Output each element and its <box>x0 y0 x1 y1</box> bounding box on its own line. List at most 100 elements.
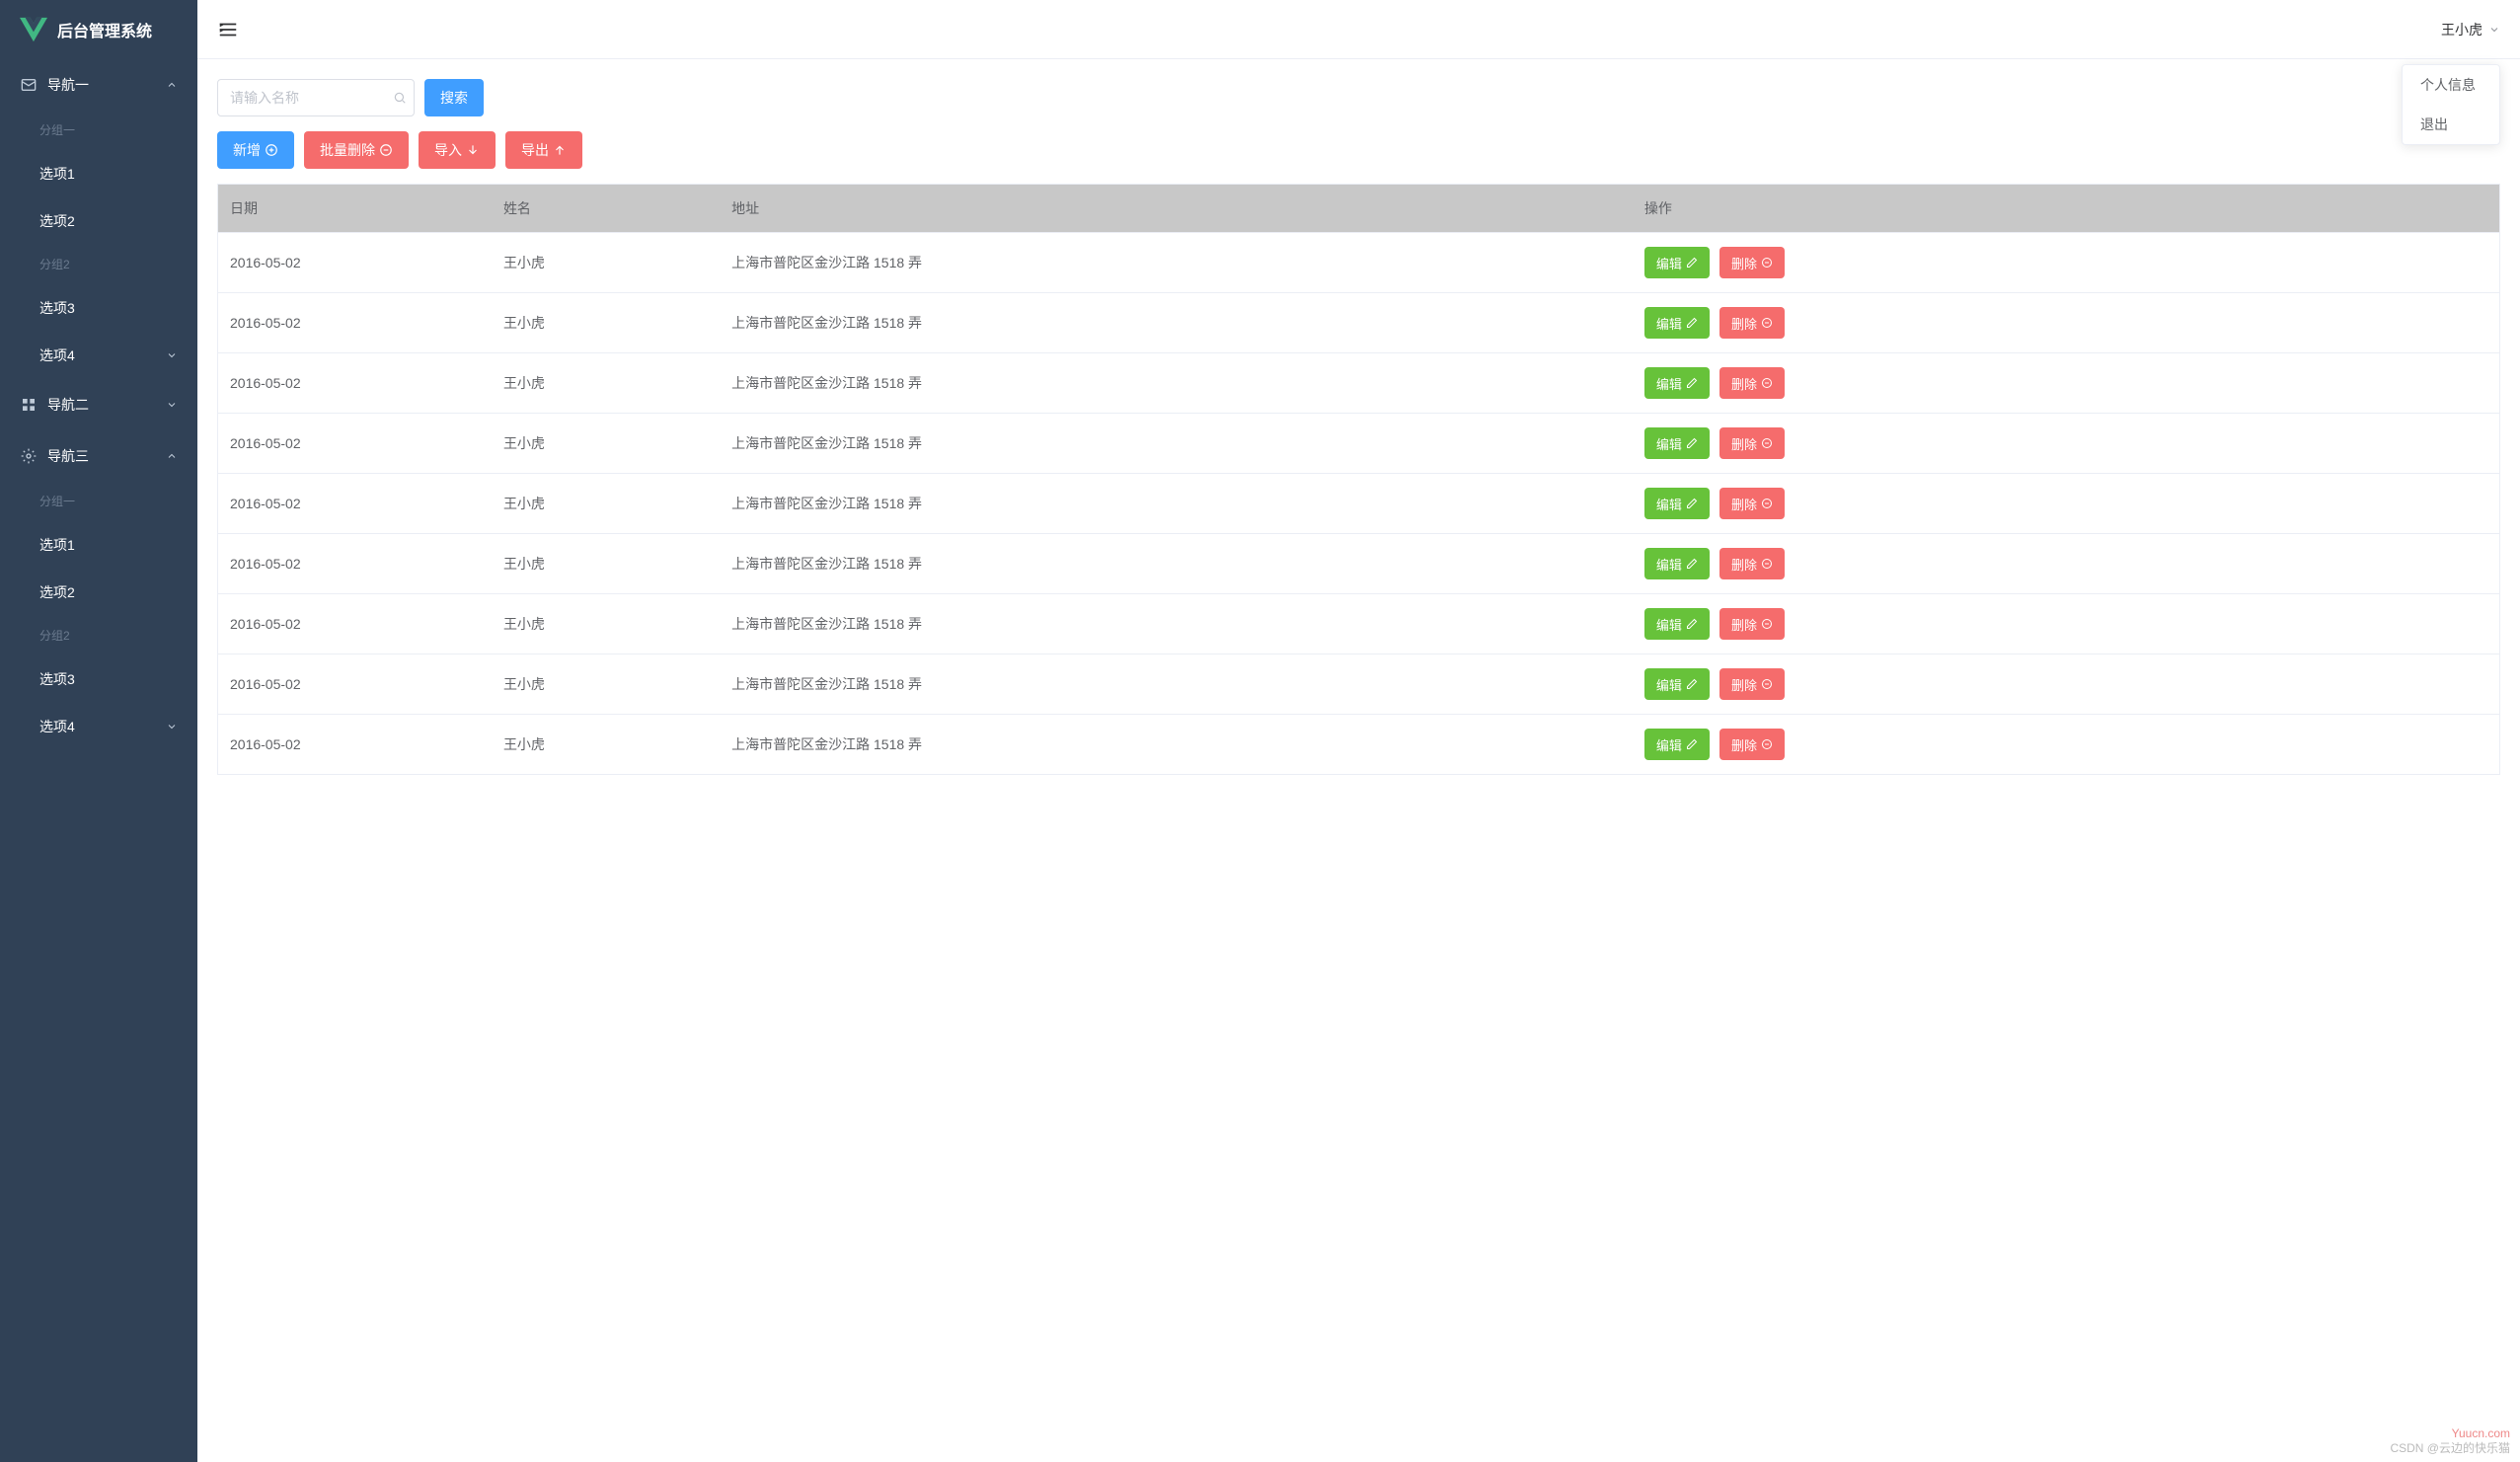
col-address: 地址 <box>720 185 1633 233</box>
message-icon <box>20 76 38 94</box>
nav3-label: 导航三 <box>47 446 89 466</box>
edit-icon <box>1686 498 1698 509</box>
username: 王小虎 <box>2441 20 2482 39</box>
edit-icon <box>1686 377 1698 389</box>
cell-name: 王小虎 <box>492 353 720 414</box>
delete-button[interactable]: 删除 <box>1719 488 1785 519</box>
minus-circle-icon <box>379 143 393 157</box>
cell-action: 编辑 删除 <box>1633 534 2500 594</box>
cell-action: 编辑 删除 <box>1633 654 2500 715</box>
cell-address: 上海市普陀区金沙江路 1518 弄 <box>720 594 1633 654</box>
table-row: 2016-05-02 王小虎 上海市普陀区金沙江路 1518 弄 编辑 删除 <box>218 594 2500 654</box>
header: 王小虎 个人信息 退出 <box>197 0 2520 59</box>
data-table: 日期 姓名 地址 操作 2016-05-02 王小虎 上海市普陀区金沙江路 15… <box>217 184 2500 775</box>
cell-action: 编辑 删除 <box>1633 353 2500 414</box>
add-button[interactable]: 新增 <box>217 131 294 169</box>
plus-circle-icon <box>265 143 278 157</box>
col-name: 姓名 <box>492 185 720 233</box>
import-button[interactable]: 导入 <box>419 131 496 169</box>
nav1-title[interactable]: 导航一 <box>0 59 197 111</box>
nav2-title[interactable]: 导航二 <box>0 379 197 430</box>
nav1-item2[interactable]: 选项2 <box>0 197 197 245</box>
nav3-title[interactable]: 导航三 <box>0 430 197 482</box>
cell-action: 编辑 删除 <box>1633 414 2500 474</box>
nav1-group2-title: 分组2 <box>0 245 197 284</box>
edit-button[interactable]: 编辑 <box>1644 668 1710 700</box>
nav1-item4[interactable]: 选项4 <box>0 332 197 379</box>
cell-date: 2016-05-02 <box>218 293 492 353</box>
edit-icon <box>1686 678 1698 690</box>
edit-button[interactable]: 编辑 <box>1644 488 1710 519</box>
cell-date: 2016-05-02 <box>218 353 492 414</box>
edit-icon <box>1686 618 1698 630</box>
delete-button[interactable]: 删除 <box>1719 548 1785 579</box>
nav3-group2-title: 分组2 <box>0 616 197 655</box>
delete-button[interactable]: 删除 <box>1719 247 1785 278</box>
arrow-up-icon <box>553 143 567 157</box>
table-row: 2016-05-02 王小虎 上海市普陀区金沙江路 1518 弄 编辑 删除 <box>218 534 2500 594</box>
content: 搜索 新增 批量删除 导入 <box>197 59 2520 1462</box>
hamburger-icon[interactable] <box>217 19 239 40</box>
table-header-row: 日期 姓名 地址 操作 <box>218 185 2500 233</box>
nav3-item3[interactable]: 选项3 <box>0 655 197 703</box>
cell-date: 2016-05-02 <box>218 654 492 715</box>
cell-address: 上海市普陀区金沙江路 1518 弄 <box>720 353 1633 414</box>
batch-delete-button[interactable]: 批量删除 <box>304 131 409 169</box>
nav3-item1[interactable]: 选项1 <box>0 521 197 569</box>
profile-item[interactable]: 个人信息 <box>2403 65 2499 105</box>
edit-icon <box>1686 317 1698 329</box>
export-button[interactable]: 导出 <box>505 131 582 169</box>
user-dropdown[interactable]: 王小虎 个人信息 退出 <box>2441 20 2500 39</box>
cell-date: 2016-05-02 <box>218 534 492 594</box>
cell-address: 上海市普陀区金沙江路 1518 弄 <box>720 414 1633 474</box>
logout-item[interactable]: 退出 <box>2403 105 2499 144</box>
minus-circle-icon <box>1761 257 1773 269</box>
edit-button[interactable]: 编辑 <box>1644 247 1710 278</box>
edit-button[interactable]: 编辑 <box>1644 608 1710 640</box>
cell-name: 王小虎 <box>492 414 720 474</box>
delete-button[interactable]: 删除 <box>1719 427 1785 459</box>
search-button[interactable]: 搜索 <box>424 79 484 116</box>
cell-action: 编辑 删除 <box>1633 233 2500 293</box>
edit-icon <box>1686 437 1698 449</box>
table-row: 2016-05-02 王小虎 上海市普陀区金沙江路 1518 弄 编辑 删除 <box>218 233 2500 293</box>
cell-date: 2016-05-02 <box>218 474 492 534</box>
main: 王小虎 个人信息 退出 搜索 <box>197 0 2520 1462</box>
edit-button[interactable]: 编辑 <box>1644 427 1710 459</box>
chevron-down-icon <box>166 349 178 361</box>
cell-address: 上海市普陀区金沙江路 1518 弄 <box>720 715 1633 775</box>
nav1-item1[interactable]: 选项1 <box>0 150 197 197</box>
cell-action: 编辑 删除 <box>1633 474 2500 534</box>
table-row: 2016-05-02 王小虎 上海市普陀区金沙江路 1518 弄 编辑 删除 <box>218 293 2500 353</box>
minus-circle-icon <box>1761 738 1773 750</box>
edit-icon <box>1686 558 1698 570</box>
delete-button[interactable]: 删除 <box>1719 367 1785 399</box>
cell-name: 王小虎 <box>492 654 720 715</box>
nav1-item3[interactable]: 选项3 <box>0 284 197 332</box>
app-title: 后台管理系统 <box>57 18 152 41</box>
delete-button[interactable]: 删除 <box>1719 608 1785 640</box>
table-row: 2016-05-02 王小虎 上海市普陀区金沙江路 1518 弄 编辑 删除 <box>218 715 2500 775</box>
nav3-item4[interactable]: 选项4 <box>0 703 197 750</box>
delete-button[interactable]: 删除 <box>1719 307 1785 339</box>
cell-name: 王小虎 <box>492 534 720 594</box>
chevron-down-icon <box>166 721 178 732</box>
edit-button[interactable]: 编辑 <box>1644 367 1710 399</box>
nav-group-3: 导航三 分组一 选项1 选项2 分组2 选项3 选项4 <box>0 430 197 750</box>
delete-button[interactable]: 删除 <box>1719 668 1785 700</box>
nav3-group1-title: 分组一 <box>0 482 197 521</box>
minus-circle-icon <box>1761 317 1773 329</box>
nav3-item2[interactable]: 选项2 <box>0 569 197 616</box>
sidebar: 后台管理系统 导航一 分组一 选项1 选项2 分组2 选项3 <box>0 0 197 1462</box>
watermark-top: Yuucn.com <box>2452 1426 2510 1440</box>
edit-button[interactable]: 编辑 <box>1644 548 1710 579</box>
delete-button[interactable]: 删除 <box>1719 729 1785 760</box>
cell-address: 上海市普陀区金沙江路 1518 弄 <box>720 233 1633 293</box>
nav-group-1: 导航一 分组一 选项1 选项2 分组2 选项3 选项4 <box>0 59 197 379</box>
table-row: 2016-05-02 王小虎 上海市普陀区金沙江路 1518 弄 编辑 删除 <box>218 474 2500 534</box>
edit-button[interactable]: 编辑 <box>1644 729 1710 760</box>
minus-circle-icon <box>1761 437 1773 449</box>
search-input[interactable] <box>217 79 415 116</box>
chevron-down-icon <box>166 399 178 411</box>
edit-button[interactable]: 编辑 <box>1644 307 1710 339</box>
